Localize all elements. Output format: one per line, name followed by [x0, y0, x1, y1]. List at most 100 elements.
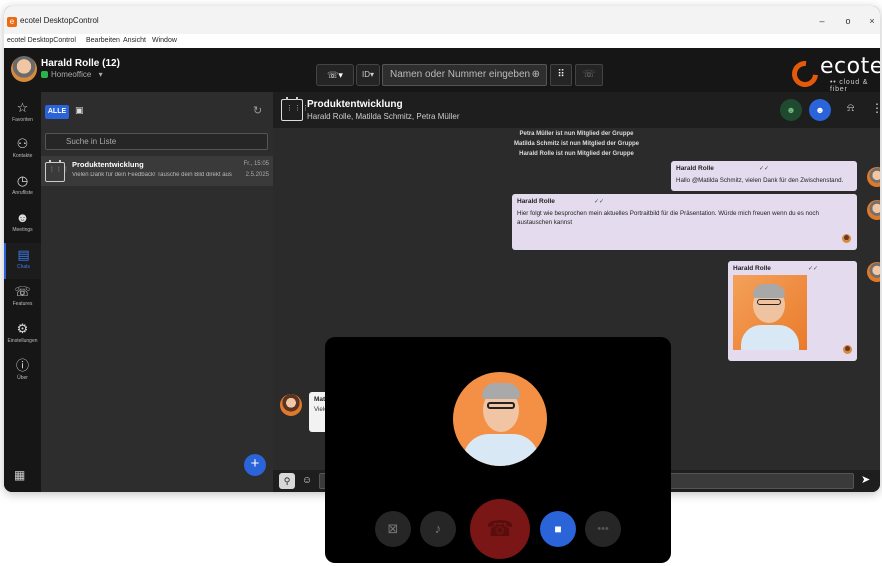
conversation-preview: Vielen Dank für dein Feedback! Tausche d…: [72, 172, 232, 178]
bell-icon[interactable]: ⍾: [847, 102, 854, 115]
app-logo-icon: e: [7, 17, 17, 27]
minimize-button[interactable]: –: [816, 16, 828, 26]
add-contact-icon[interactable]: ⊕: [532, 65, 540, 85]
nav-label: Kontakte: [12, 153, 33, 159]
gear-icon: ⚙: [16, 321, 29, 336]
title-bar: e ecotel DesktopControl – o ×: [4, 6, 880, 34]
presence-status[interactable]: Homeoffice ▾: [41, 70, 103, 79]
person-icon: ⚇: [16, 136, 29, 151]
read-check-icon: ✓✓: [808, 266, 819, 272]
microphone-icon[interactable]: ♪: [420, 511, 456, 547]
clock-icon: ◷: [16, 173, 29, 188]
info-icon: ⓘ: [15, 358, 29, 373]
system-message: Petra Müller ist nun Mitglied der Gruppe: [519, 131, 634, 137]
nav-einstellungen[interactable]: ⚙ Einstellungen: [4, 317, 41, 353]
nav-label: Einstellungen: [7, 338, 38, 344]
message-text-line: austauschen kannst: [517, 219, 573, 226]
menu-bar: ecotel DesktopControl Bearbeiten Ansicht…: [4, 34, 880, 48]
nav-anrufliste[interactable]: ◷ Anrufliste: [4, 169, 41, 205]
qr-code-icon[interactable]: ▦: [14, 468, 25, 482]
conversation-time: Fr., 15:05: [243, 161, 269, 167]
group-icon: ☻: [15, 210, 30, 225]
sender-avatar: [867, 200, 880, 220]
nav-favoriten[interactable]: ☆ Favoriten: [4, 96, 41, 132]
read-receipt-avatar: [843, 345, 852, 354]
system-message: Harald Rolle ist nun Mitglied der Gruppe: [519, 151, 634, 157]
sender-avatar: [867, 167, 880, 187]
matilda-avatar: [280, 394, 302, 416]
number-search-input[interactable]: Namen oder Nummer eingeben ⊕: [382, 64, 547, 86]
message-sender: Harald Rolle: [517, 198, 555, 205]
hang-up-button[interactable]: ☎: [470, 499, 530, 559]
nav-features[interactable]: ☏ Features: [4, 280, 41, 316]
call-overlay: ⊠ ♪ ☎ ■ •••: [325, 337, 671, 563]
nav-chats[interactable]: ▤ Chats: [4, 243, 41, 279]
logo-text: ecotel: [820, 54, 880, 79]
conversation-item[interactable]: ⋮⋮⋮ Produktentwicklung Fr., 15:05 Vielen…: [41, 156, 273, 186]
conversation-date: 2.5.2025: [245, 172, 269, 178]
start-group-call-button[interactable]: ☻: [780, 99, 802, 121]
camera-off-icon[interactable]: ⊠: [375, 511, 411, 547]
dial-call-button[interactable]: ☏: [575, 64, 603, 86]
maximize-button[interactable]: o: [842, 16, 854, 26]
emoji-icon[interactable]: ☺: [299, 473, 315, 489]
menu-ansicht[interactable]: Ansicht: [123, 37, 146, 44]
read-receipt-avatar: [842, 234, 851, 243]
new-chat-button[interactable]: +: [244, 454, 266, 476]
caller-id-button[interactable]: ID▾: [356, 64, 380, 86]
nav-label: Chats: [16, 264, 31, 270]
nav-meetings[interactable]: ☻ Meetings: [4, 206, 41, 242]
nav-label: Features: [12, 301, 33, 307]
top-toolbar: Harald Rolle (12) Homeoffice ▾ ☏▾ ID▾ Na…: [4, 48, 880, 93]
conversation-name: Produktentwicklung: [72, 160, 144, 169]
chat-header: ⋮⋮⋮ Produktentwicklung Harald Rolle, Mat…: [273, 92, 880, 128]
list-search-input[interactable]: Suche in Liste: [45, 133, 268, 150]
read-check-icon: ✓✓: [759, 166, 770, 172]
video-camera-icon[interactable]: ■: [540, 511, 576, 547]
logo-swirl-icon: [786, 55, 824, 93]
chat-filter-icon[interactable]: ▣: [75, 105, 84, 116]
chat-title: Produktentwicklung: [307, 99, 403, 110]
portrait-photo[interactable]: [733, 275, 807, 350]
attach-icon[interactable]: ⚲: [279, 473, 295, 489]
chat-members: Harald Rolle, Matilda Schmitz, Petra Mül…: [307, 112, 460, 121]
image-message-bubble[interactable]: Harald Rolle ✓✓: [728, 261, 857, 361]
window-title: ecotel DesktopControl: [20, 16, 99, 25]
message-sender: Harald Rolle: [733, 265, 771, 272]
ecotel-logo: ecotel •• cloud & fiber: [786, 51, 880, 93]
group-members-button[interactable]: ☻: [809, 99, 831, 121]
menu-window[interactable]: Window: [152, 37, 177, 44]
system-message: Matilda Schmitz ist nun Mitglied der Gru…: [513, 141, 639, 147]
message-sender: Harald Rolle: [676, 165, 714, 172]
message-bubble[interactable]: Harald Rolle ✓✓ Hier folgt wie besproche…: [512, 194, 857, 250]
call-mode-button[interactable]: ☏▾: [316, 64, 354, 86]
message-text-line: Hier folgt wie besprochen mein aktuelles…: [517, 210, 819, 217]
sender-avatar: [867, 262, 880, 282]
menu-app[interactable]: ecotel DesktopControl: [7, 37, 76, 44]
phone-dots-icon: ☏: [14, 284, 31, 299]
calendar-group-icon: ⋮⋮⋮: [45, 160, 69, 182]
nav-kontakte[interactable]: ⚇ Kontakte: [4, 132, 41, 168]
tab-alle[interactable]: ALLE: [45, 105, 69, 119]
more-options-icon[interactable]: ⋮: [871, 101, 880, 115]
presence-status-icon: [41, 71, 48, 78]
logo-subtitle: •• cloud & fiber: [830, 79, 869, 93]
presence-status-label: Homeoffice: [51, 70, 92, 79]
user-name: Harald Rolle (12): [41, 58, 120, 69]
read-check-icon: ✓✓: [594, 199, 605, 205]
user-avatar[interactable]: [11, 56, 37, 82]
nav-ueber[interactable]: ⓘ Über: [4, 354, 41, 390]
menu-bearbeiten[interactable]: Bearbeiten: [86, 37, 120, 44]
side-navigation: ☆ Favoriten ⚇ Kontakte ◷ Anrufliste ☻ Me…: [4, 92, 41, 492]
nav-label: Über: [17, 375, 28, 381]
chevron-down-icon: ▾: [98, 70, 103, 79]
message-text: Hallo @Matilda Schmitz, vielen Dank für …: [676, 177, 844, 184]
chat-icon: ▤: [17, 247, 30, 262]
close-button[interactable]: ×: [866, 16, 878, 26]
refresh-icon[interactable]: ↻: [253, 104, 262, 117]
message-bubble[interactable]: Harald Rolle ✓✓ Hallo @Matilda Schmitz, …: [671, 161, 857, 191]
conversation-list-panel: ALLE ▣ ↻ ⚲ Suche in Liste ⋮⋮⋮ Produktent…: [41, 92, 273, 492]
dialpad-button[interactable]: ⠿: [550, 64, 572, 86]
more-call-options-icon[interactable]: •••: [585, 511, 621, 547]
send-icon[interactable]: ➤: [861, 473, 870, 486]
